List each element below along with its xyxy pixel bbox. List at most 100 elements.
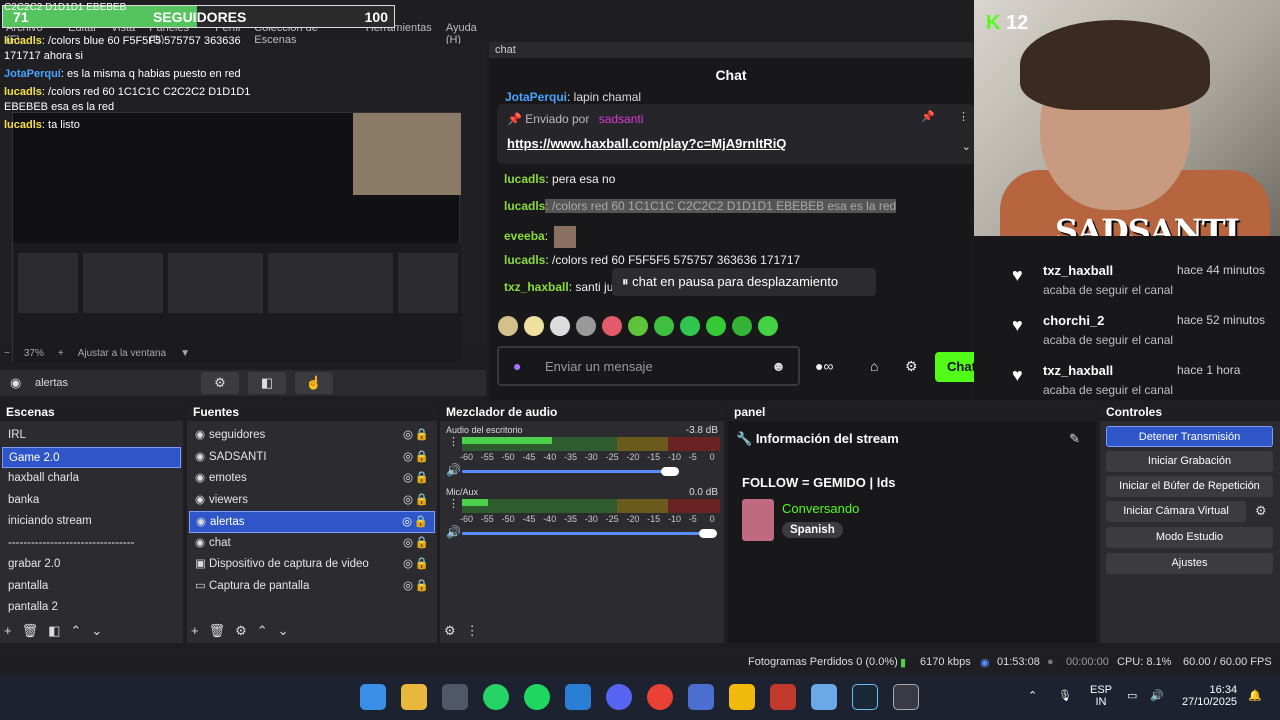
- control-button[interactable]: Modo Estudio: [1106, 527, 1273, 548]
- gear-icon[interactable]: ⚙: [905, 358, 918, 375]
- arrow-down-icon[interactable]: ⌄: [91, 623, 102, 639]
- visibility-eye-icon[interactable]: ◎: [403, 425, 413, 447]
- add-icon[interactable]: +: [4, 623, 12, 639]
- volume-slider-track[interactable]: [462, 532, 717, 535]
- unpin-icon[interactable]: 📌: [921, 110, 935, 123]
- chat-username[interactable]: lucadls: [504, 199, 545, 213]
- network-icon[interactable]: ▭: [1127, 689, 1137, 702]
- source-item[interactable]: ◉ emotes ◎ 🔒: [189, 468, 435, 490]
- gear-icon[interactable]: ⚙: [444, 623, 456, 639]
- lock-icon[interactable]: 🔒: [415, 554, 429, 576]
- windows-start-icon[interactable]: [360, 684, 386, 710]
- filter-icon[interactable]: ◧: [48, 623, 60, 639]
- control-button[interactable]: Detener Transmisión: [1106, 426, 1273, 447]
- scene-item[interactable]: banka: [2, 490, 181, 512]
- source-item[interactable]: ◉ SADSANTI ◎ 🔒: [189, 447, 435, 469]
- more-options-icon[interactable]: ⋮: [466, 623, 479, 639]
- more-options-icon[interactable]: ⋮: [958, 110, 969, 123]
- speaker-icon[interactable]: 🔊: [446, 463, 461, 477]
- visibility-eye-icon[interactable]: ◎: [403, 576, 413, 598]
- source-item[interactable]: ▭ Captura de pantalla ◎ 🔒: [189, 576, 435, 598]
- chrome-icon[interactable]: [647, 684, 673, 710]
- menu-item[interactable]: Ayuda (H): [446, 22, 490, 46]
- source-item[interactable]: ▣ Dispositivo de captura de video ◎ 🔒: [189, 554, 435, 576]
- mic-icon[interactable]: ●: [513, 358, 521, 374]
- binance-icon[interactable]: [729, 684, 755, 710]
- chat-username[interactable]: txz_haxball: [504, 280, 569, 294]
- more-options-icon[interactable]: ⋮: [448, 435, 459, 448]
- lock-icon[interactable]: 🔒: [415, 425, 429, 447]
- chevron-up-icon[interactable]: ⌃: [1028, 689, 1037, 702]
- visibility-eye-icon[interactable]: ◎: [402, 512, 412, 534]
- lock-icon[interactable]: 🔒: [415, 468, 429, 490]
- arrow-up-icon[interactable]: ⌃: [70, 623, 81, 639]
- scene-item[interactable]: ---------------------------------: [2, 533, 181, 555]
- chat-username[interactable]: lucadls: [504, 172, 545, 186]
- scene-item[interactable]: pantalla 2: [2, 597, 181, 619]
- source-item[interactable]: ◉ chat ◎ 🔒: [189, 533, 435, 555]
- discord-icon[interactable]: [606, 684, 632, 710]
- visibility-eye-icon[interactable]: ◎: [403, 554, 413, 576]
- stream-category[interactable]: Conversando: [782, 501, 859, 516]
- visibility-eye-icon[interactable]: ◎: [403, 533, 413, 555]
- clock[interactable]: 16:34 27/10/2025: [1182, 684, 1237, 708]
- source-item[interactable]: ◉ viewers ◎ 🔒: [189, 490, 435, 512]
- chevron-down-icon[interactable]: ▼: [180, 348, 190, 359]
- spotify-icon[interactable]: [524, 684, 550, 710]
- emote-icon[interactable]: [706, 316, 726, 336]
- volume-slider-track[interactable]: [462, 470, 679, 473]
- more-options-icon[interactable]: ⋮: [448, 497, 459, 510]
- steam-icon[interactable]: [852, 684, 878, 710]
- chat-username[interactable]: eveeba: [504, 229, 545, 243]
- volume-icon[interactable]: 🔊: [1150, 689, 1164, 702]
- scene-item[interactable]: Game 2.0: [2, 446, 181, 468]
- scene-item[interactable]: haxball charla: [2, 468, 181, 490]
- visibility-eye-icon[interactable]: ◎: [403, 490, 413, 512]
- control-button[interactable]: Iniciar Grabación: [1106, 451, 1273, 472]
- source-item[interactable]: ◉ seguidores ◎ 🔒: [189, 425, 435, 447]
- arrow-up-icon[interactable]: ⌃: [257, 623, 268, 639]
- control-button[interactable]: Iniciar Cámara Virtual: [1106, 501, 1246, 522]
- interact-button[interactable]: ☝: [295, 372, 333, 394]
- store-icon[interactable]: ⌂: [870, 358, 878, 374]
- language-indicator[interactable]: ESP IN: [1090, 684, 1112, 708]
- filters-button[interactable]: ◧: [248, 372, 286, 394]
- volume-slider-knob[interactable]: [699, 529, 717, 538]
- vscode-icon[interactable]: [565, 684, 591, 710]
- lock-icon[interactable]: 🔒: [415, 447, 429, 469]
- arrow-down-icon[interactable]: ⌄: [278, 623, 289, 639]
- emote-icon[interactable]: [758, 316, 778, 336]
- emote-icon[interactable]: [550, 316, 570, 336]
- control-button[interactable]: Iniciar el Búfer de Repetición: [1106, 476, 1273, 497]
- scene-item[interactable]: pantalla: [2, 576, 181, 598]
- scene-item[interactable]: grabar 2.0: [2, 554, 181, 576]
- infinity-icon[interactable]: ●∞: [815, 358, 833, 374]
- chat-username[interactable]: lucadls: [504, 253, 545, 267]
- lock-icon[interactable]: 🔒: [415, 533, 429, 555]
- calendar-icon[interactable]: [442, 684, 468, 710]
- settings-icon[interactable]: [688, 684, 714, 710]
- notepad-icon[interactable]: [811, 684, 837, 710]
- emote-icon[interactable]: [732, 316, 752, 336]
- control-button[interactable]: Ajustes: [1106, 553, 1273, 574]
- source-item[interactable]: ◉ alertas ◎ 🔒: [189, 511, 435, 533]
- notification-icon[interactable]: 🔔: [1248, 689, 1262, 702]
- gear-icon[interactable]: ⚙: [235, 623, 247, 639]
- file-explorer-icon[interactable]: [401, 684, 427, 710]
- fit-window-label[interactable]: Ajustar a la ventana: [78, 348, 166, 359]
- zoom-out-icon[interactable]: −: [4, 348, 10, 359]
- emote-icon[interactable]: [602, 316, 622, 336]
- mic-icon[interactable]: 🎙: [1058, 689, 1072, 702]
- visibility-eye-icon[interactable]: ◎: [403, 447, 413, 469]
- scene-item[interactable]: iniciando stream: [2, 511, 181, 533]
- scene-item[interactable]: IRL: [2, 425, 181, 447]
- pinned-link[interactable]: https://www.haxball.com/play?c=MjA9rnltR…: [507, 136, 786, 151]
- trash-icon[interactable]: 🗑: [22, 623, 39, 639]
- zoom-in-icon[interactable]: +: [58, 348, 64, 359]
- emote-icon[interactable]: [576, 316, 596, 336]
- add-icon[interactable]: +: [191, 623, 199, 639]
- edit-icon[interactable]: ✎: [1069, 431, 1080, 447]
- emote-icon[interactable]: [654, 316, 674, 336]
- speaker-icon[interactable]: 🔊: [446, 525, 461, 539]
- emote-icon[interactable]: [498, 316, 518, 336]
